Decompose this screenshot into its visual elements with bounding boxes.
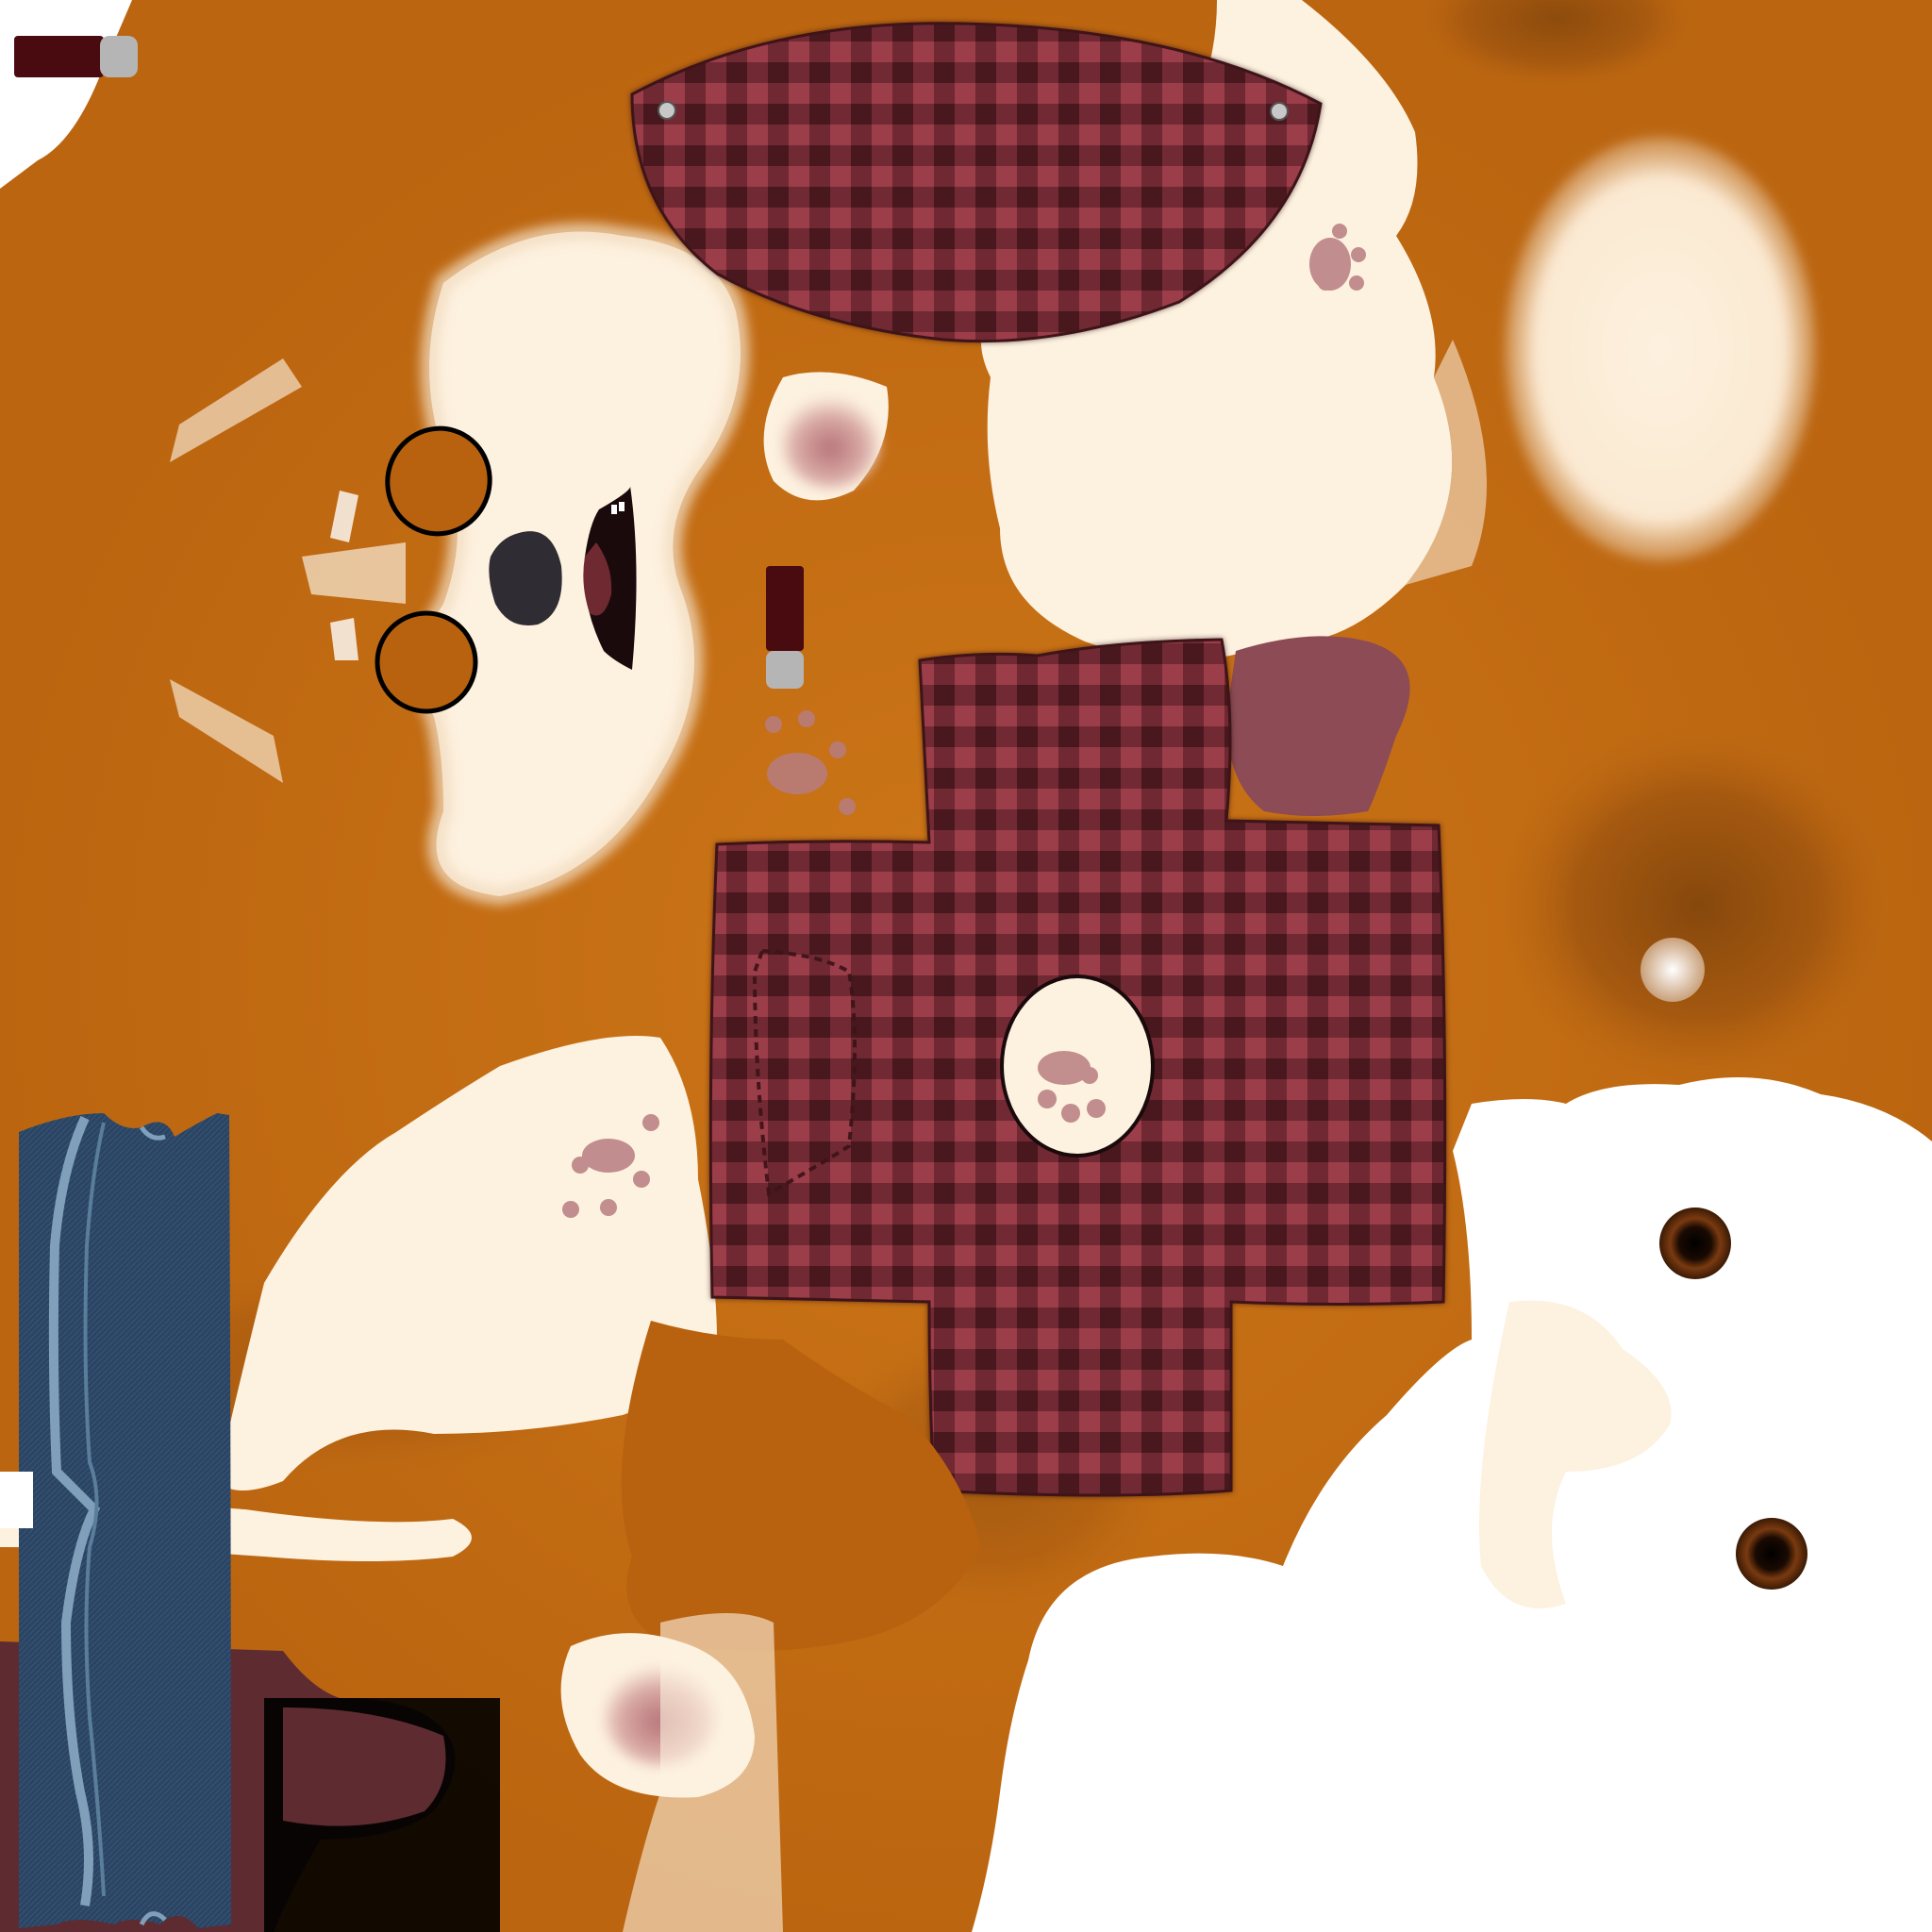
eye-ring-lower xyxy=(375,610,478,714)
uv-texture-atlas xyxy=(0,0,1932,1932)
button-upper xyxy=(1659,1208,1731,1279)
shirt-belly-patch xyxy=(1000,974,1155,1158)
button-lower xyxy=(1736,1518,1807,1590)
texture-canvas xyxy=(0,0,1932,1932)
overall-strap-denim xyxy=(0,1113,231,1928)
tail-tip xyxy=(1641,938,1705,1002)
tag-strap-middle xyxy=(766,566,804,689)
belly-oval xyxy=(1505,137,1816,561)
tag-strap-top-left xyxy=(14,36,138,77)
